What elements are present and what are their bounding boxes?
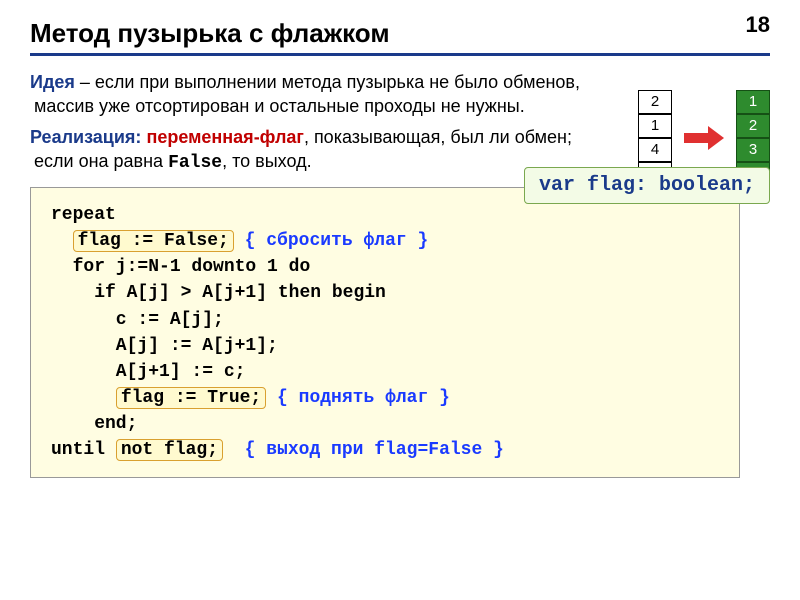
slide-title: Метод пузырька с флажком <box>30 18 770 49</box>
impl-paragraph: Реализация: переменная-флаг, показывающа… <box>30 125 590 176</box>
highlight-flag-false: flag := False; <box>73 230 234 252</box>
title-underline <box>30 53 770 56</box>
code-line: flag := False; { сбросить флаг } <box>51 228 723 254</box>
code-line: с := A[j]; <box>51 307 723 333</box>
code-line: A[j+1] := с; <box>51 359 723 385</box>
idea-paragraph: Идея – если при выполнении метода пузырь… <box>30 70 590 119</box>
code-line: repeat <box>51 202 723 228</box>
code-line: A[j] := A[j+1]; <box>51 333 723 359</box>
code-line: flag := True; { поднять флаг } <box>51 385 723 411</box>
code-comment: { сбросить флаг } <box>234 231 428 251</box>
code-area: var flag: boolean; repeat flag := False;… <box>30 187 770 478</box>
cell: 2 <box>736 114 770 138</box>
idea-text: – если при выполнении метода пузырька не… <box>34 72 580 116</box>
idea-label: Идея <box>30 72 75 92</box>
cell: 4 <box>638 138 672 162</box>
slide: 18 Метод пузырька с флажком Идея – если … <box>0 0 800 498</box>
cell: 2 <box>638 90 672 114</box>
cell: 3 <box>736 138 770 162</box>
code-block: repeat flag := False; { сбросить флаг } … <box>30 187 740 478</box>
page-number: 18 <box>746 12 770 38</box>
arrow-icon <box>684 126 724 150</box>
code-line: if A[j] > A[j+1] then begin <box>51 280 723 306</box>
flag-var-label: переменная-флаг <box>146 127 303 147</box>
code-line: for j:=N-1 downto 1 do <box>51 254 723 280</box>
code-comment: { выход при flag=False } <box>223 440 504 460</box>
impl-text-2: , то выход. <box>222 151 311 171</box>
cell: 1 <box>638 114 672 138</box>
impl-label: Реализация: <box>30 127 141 147</box>
highlight-not-flag: not flag; <box>116 439 223 461</box>
false-word: False <box>168 153 222 173</box>
code-line: until not flag; { выход при flag=False } <box>51 437 723 463</box>
highlight-flag-true: flag := True; <box>116 387 266 409</box>
cell: 1 <box>736 90 770 114</box>
code-line: end; <box>51 411 723 437</box>
var-declaration-callout: var flag: boolean; <box>524 167 770 204</box>
code-comment: { поднять флаг } <box>266 388 450 408</box>
